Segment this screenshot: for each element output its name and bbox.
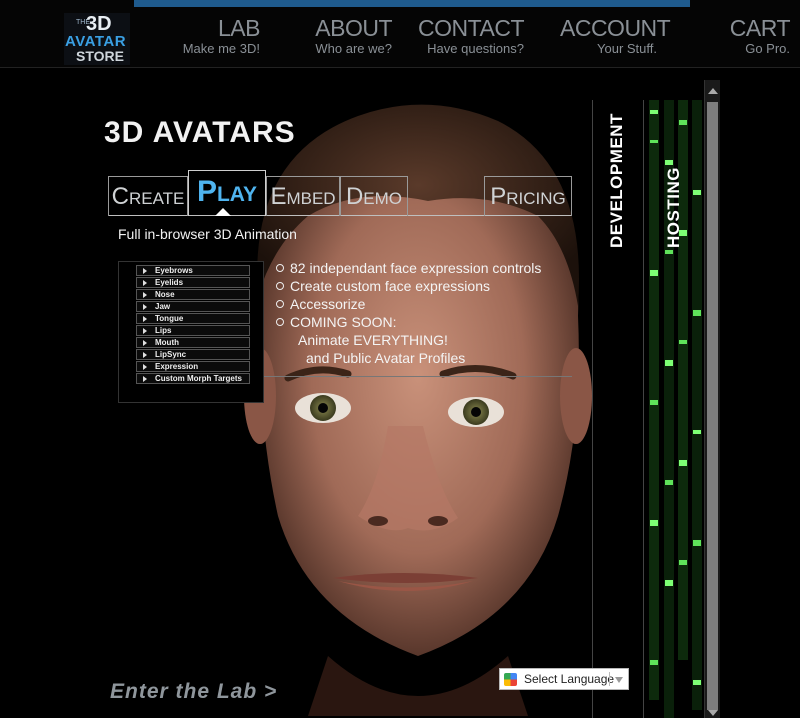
feature-list: 82 independant face expression controls … bbox=[274, 259, 541, 367]
morph-item-label: Custom Morph Targets bbox=[155, 374, 242, 383]
morph-item-label: Mouth bbox=[155, 338, 179, 347]
nav-contact[interactable]: CONTACT Have questions? bbox=[418, 16, 524, 57]
play-subtitle: Full in-browser 3D Animation bbox=[118, 226, 297, 242]
triangle-bullet-icon bbox=[143, 268, 147, 274]
morph-item-mouth[interactable]: Mouth bbox=[136, 337, 250, 348]
page-title: 3D AVATARS bbox=[104, 116, 296, 149]
triangle-bullet-icon bbox=[143, 352, 147, 358]
morph-item-custom-morph-targets[interactable]: Custom Morph Targets bbox=[136, 373, 250, 384]
nav-lab[interactable]: LAB Make me 3D! bbox=[174, 15, 261, 57]
nav-cart-subtitle: Go Pro. bbox=[745, 41, 790, 56]
scroll-up-arrow-icon[interactable] bbox=[708, 88, 718, 94]
morph-item-eyebrows[interactable]: Eyebrows bbox=[136, 265, 250, 276]
triangle-bullet-icon bbox=[143, 280, 147, 286]
morph-item-expression[interactable]: Expression bbox=[136, 361, 250, 372]
tab-create[interactable]: Create bbox=[108, 176, 188, 216]
tab-embed-label: Embed bbox=[270, 183, 336, 210]
triangle-bullet-icon bbox=[143, 292, 147, 298]
morph-item-nose[interactable]: Nose bbox=[136, 289, 250, 300]
nav-about[interactable]: ABOUT Who are we? bbox=[300, 16, 392, 57]
morph-item-label: Expression bbox=[155, 362, 199, 371]
triangle-bullet-icon bbox=[143, 364, 147, 370]
vertical-scrollbar[interactable] bbox=[704, 80, 720, 718]
select-separator bbox=[609, 672, 610, 686]
scrollbar-thumb[interactable] bbox=[707, 102, 718, 710]
logo-store: STORE bbox=[76, 48, 124, 64]
morph-item-label: Nose bbox=[155, 290, 175, 299]
morph-item-label: Lips bbox=[155, 326, 172, 335]
morph-item-jaw[interactable]: Jaw bbox=[136, 301, 250, 312]
morph-controls-panel: Eyebrows Eyelids Nose Jaw Tongue Lips Mo… bbox=[118, 261, 264, 403]
tab-pricing-label: Pricing bbox=[490, 183, 566, 210]
tab-pricing[interactable]: Pricing bbox=[484, 176, 572, 216]
morph-item-label: Eyebrows bbox=[155, 266, 193, 275]
nav-lab-title: LAB bbox=[218, 15, 260, 41]
morph-item-tongue[interactable]: Tongue bbox=[136, 313, 250, 324]
development-strip[interactable]: DEVELOPMENT bbox=[592, 100, 644, 718]
triangle-bullet-icon bbox=[143, 376, 147, 382]
coming-soon-line-2: and Public Avatar Profiles bbox=[306, 350, 466, 366]
enter-lab-link[interactable]: Enter the Lab > bbox=[110, 680, 277, 704]
nav-account-subtitle: Your Stuff. bbox=[597, 41, 657, 56]
tab-create-label: Create bbox=[111, 183, 185, 210]
nav-about-title: ABOUT bbox=[315, 15, 392, 41]
tab-demo-label: Demo bbox=[345, 183, 403, 210]
triangle-bullet-icon bbox=[143, 304, 147, 310]
morph-item-eyelids[interactable]: Eyelids bbox=[136, 277, 250, 288]
triangle-bullet-icon bbox=[143, 316, 147, 322]
nav-lab-subtitle: Make me 3D! bbox=[182, 41, 260, 56]
tab-embed[interactable]: Embed bbox=[266, 176, 340, 216]
feature-item: 82 independant face expression controls bbox=[274, 259, 541, 277]
nav-accent-line bbox=[134, 0, 690, 7]
morph-item-label: LipSync bbox=[155, 350, 187, 359]
hosting-label[interactable]: HOSTING bbox=[664, 167, 684, 248]
tab-play-label: Play bbox=[196, 175, 258, 208]
coming-soon-line-1: Animate EVERYTHING! bbox=[298, 332, 448, 348]
nav-about-subtitle: Who are we? bbox=[315, 41, 392, 56]
nav-cart[interactable]: CART Go Pro. bbox=[720, 15, 791, 57]
triangle-bullet-icon bbox=[143, 328, 147, 334]
morph-item-lipsync[interactable]: LipSync bbox=[136, 349, 250, 360]
active-tab-indicator bbox=[215, 208, 231, 216]
top-navigation-bar: THE 3D AVATAR STORE LAB Make me 3D! ABOU… bbox=[0, 0, 800, 68]
feature-item: Accessorize bbox=[274, 295, 541, 313]
nav-contact-subtitle: Have questions? bbox=[427, 41, 524, 56]
morph-item-lips[interactable]: Lips bbox=[136, 325, 250, 336]
nav-account-title: ACCOUNT bbox=[560, 15, 671, 41]
feature-item: Create custom face expressions bbox=[274, 277, 541, 295]
language-select-label: Select Language bbox=[524, 672, 615, 686]
chevron-down-icon bbox=[615, 677, 623, 683]
language-select[interactable]: Select Language bbox=[499, 668, 629, 690]
content-divider bbox=[264, 376, 572, 377]
product-tabs: Create Play Embed Demo Pricing bbox=[108, 170, 572, 216]
development-label: DEVELOPMENT bbox=[607, 113, 626, 248]
site-logo[interactable]: THE 3D AVATAR STORE bbox=[64, 13, 130, 65]
triangle-bullet-icon bbox=[143, 340, 147, 346]
nav-cart-title: CART bbox=[729, 15, 791, 41]
morph-item-label: Jaw bbox=[155, 302, 171, 311]
nav-account[interactable]: ACCOUNT Your Stuff. bbox=[560, 15, 671, 57]
nav-contact-title: CONTACT bbox=[418, 15, 524, 41]
tab-demo[interactable]: Demo bbox=[340, 176, 408, 216]
google-translate-icon bbox=[504, 673, 517, 686]
feature-item: COMING SOON: bbox=[274, 313, 541, 331]
morph-item-label: Eyelids bbox=[155, 278, 184, 287]
scroll-down-arrow-icon[interactable] bbox=[708, 710, 718, 716]
morph-item-label: Tongue bbox=[155, 314, 184, 323]
